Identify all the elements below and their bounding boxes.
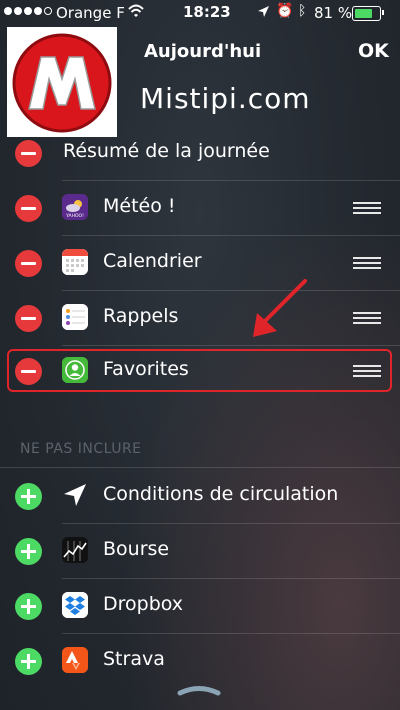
add-button[interactable] xyxy=(15,483,42,510)
widget-label: Bourse xyxy=(103,538,170,560)
widget-label: Conditions de circulation xyxy=(103,483,339,505)
add-button[interactable] xyxy=(15,593,42,620)
location-arrow-icon xyxy=(62,482,88,508)
remove-button[interactable] xyxy=(15,195,42,222)
battery-level-fill xyxy=(355,9,372,18)
calendar-icon xyxy=(62,249,88,275)
alarm-icon: ⏰ xyxy=(276,3,294,19)
widget-row-summary[interactable]: Résumé de la journée xyxy=(0,125,400,180)
reorder-handle-icon[interactable] xyxy=(353,202,381,214)
widget-label: Strava xyxy=(103,648,165,670)
widget-row-meteo[interactable]: YAHOO! Météo ! xyxy=(0,180,400,235)
battery-percent: 81 % xyxy=(314,4,353,22)
reorder-handle-icon[interactable] xyxy=(353,257,381,269)
reorder-handle-icon[interactable] xyxy=(353,312,381,324)
ok-button[interactable]: OK xyxy=(358,40,389,62)
stocks-icon xyxy=(62,537,88,563)
widget-label: Résumé de la journée xyxy=(63,140,270,162)
widget-label: Dropbox xyxy=(103,593,184,615)
widget-row-bourse[interactable]: Bourse xyxy=(0,523,400,578)
widget-label: Calendrier xyxy=(103,250,202,272)
widget-row-rappels[interactable]: Rappels xyxy=(0,290,400,345)
widget-row-calendrier[interactable]: Calendrier xyxy=(0,235,400,290)
status-bar: Orange F 18:23 ⏰ ᛒ 81 % xyxy=(0,0,400,28)
bluetooth-icon: ᛒ xyxy=(298,3,307,19)
widget-row-strava[interactable]: Strava xyxy=(0,633,400,688)
add-button[interactable] xyxy=(15,538,42,565)
section-header-excluded: NE PAS INCLURE xyxy=(20,441,142,457)
remove-button[interactable] xyxy=(15,305,42,332)
mistipi-logo xyxy=(7,27,117,137)
remove-button[interactable] xyxy=(15,140,42,167)
widget-row-circulation[interactable]: Conditions de circulation xyxy=(0,468,400,523)
dropbox-icon xyxy=(62,592,88,618)
remove-button[interactable] xyxy=(15,250,42,277)
widget-label: Météo ! xyxy=(103,195,176,217)
location-services-icon xyxy=(258,6,269,17)
battery-icon xyxy=(352,6,384,21)
widget-label: Rappels xyxy=(103,305,179,327)
pull-up-handle-icon[interactable] xyxy=(176,682,222,696)
wifi-icon xyxy=(128,4,144,17)
carrier-name: Orange F xyxy=(56,4,125,22)
annotation-arrow-icon xyxy=(253,279,307,337)
status-time: 18:23 xyxy=(183,3,231,21)
page-title: Aujourd'hui xyxy=(144,41,262,62)
yahoo-weather-icon: YAHOO! xyxy=(62,194,88,220)
signal-strength-icon xyxy=(4,7,52,15)
svg-text:YAHOO!: YAHOO! xyxy=(65,213,84,219)
watermark-text: Mistipi.com xyxy=(140,82,311,115)
strava-icon xyxy=(62,647,88,673)
widget-row-dropbox[interactable]: Dropbox xyxy=(0,578,400,633)
add-button[interactable] xyxy=(15,648,42,675)
highlight-box xyxy=(7,349,392,392)
reminders-icon xyxy=(62,304,88,330)
